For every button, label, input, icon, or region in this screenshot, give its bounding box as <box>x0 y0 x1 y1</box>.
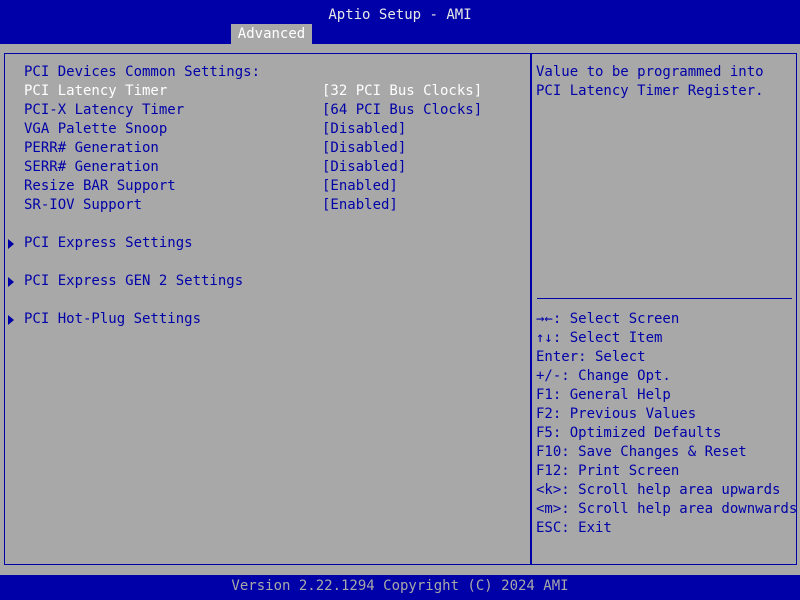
setting-perr-generation[interactable]: PERR# Generation <box>24 139 159 158</box>
submenu-arrow-icon <box>8 315 14 325</box>
value-pci-latency-timer[interactable]: [32 PCI Bus Clocks] <box>322 82 482 101</box>
value-pcix-latency-timer[interactable]: [64 PCI Bus Clocks] <box>322 101 482 120</box>
key-hint-select-screen: →←: Select Screen <box>536 311 680 327</box>
value-vga-palette-snoop[interactable]: [Disabled] <box>322 120 406 139</box>
submenu-arrow-icon <box>8 277 14 287</box>
key-hint-f5: F5: Optimized Defaults <box>536 425 722 441</box>
value-resize-bar-support[interactable]: [Enabled] <box>322 177 398 196</box>
setting-vga-palette-snoop[interactable]: VGA Palette Snoop <box>24 120 167 139</box>
key-hint-scroll-up: <k>: Scroll help area upwards <box>536 482 781 498</box>
tab-advanced[interactable]: Advanced <box>231 24 312 44</box>
help-line: PCI Latency Timer Register. <box>536 83 764 99</box>
settings-panel: PCI Devices Common Settings: PCI Latency… <box>4 53 531 565</box>
key-hint-f2: F2: Previous Values <box>536 406 697 422</box>
key-hint-f10: F10: Save Changes & Reset <box>536 444 747 460</box>
key-hint-scroll-down: <m>: Scroll help area downwards <box>536 501 798 517</box>
key-hint-esc: ESC: Exit <box>536 520 612 536</box>
help-panel: Value to be programmed into PCI Latency … <box>531 53 797 565</box>
setting-pcix-latency-timer[interactable]: PCI-X Latency Timer <box>24 101 184 120</box>
key-hint-change-opt: +/-: Change Opt. <box>536 368 671 384</box>
version-text: Version 2.22.1294 Copyright (C) 2024 AMI <box>231 578 569 594</box>
setup-title: Aptio Setup - AMI <box>328 7 472 23</box>
help-divider <box>537 298 792 299</box>
setting-resize-bar-support[interactable]: Resize BAR Support <box>24 177 176 196</box>
submenu-pci-hot-plug-settings[interactable]: PCI Hot-Plug Settings <box>24 310 201 329</box>
key-hint-f12: F12: Print Screen <box>536 463 680 479</box>
setting-serr-generation[interactable]: SERR# Generation <box>24 158 159 177</box>
main-area: PCI Devices Common Settings: PCI Latency… <box>0 44 800 575</box>
value-sr-iov-support[interactable]: [Enabled] <box>322 196 398 215</box>
value-perr-generation[interactable]: [Disabled] <box>322 139 406 158</box>
key-hint-select-item: ↑↓: Select Item <box>536 330 663 346</box>
header-bar: Aptio Setup - AMI Advanced <box>0 0 800 44</box>
key-hint-enter: Enter: Select <box>536 349 646 365</box>
value-serr-generation[interactable]: [Disabled] <box>322 158 406 177</box>
submenu-pci-express-settings[interactable]: PCI Express Settings <box>24 234 193 253</box>
help-line: Value to be programmed into <box>536 64 764 80</box>
setting-pci-latency-timer[interactable]: PCI Latency Timer <box>24 82 167 101</box>
setting-sr-iov-support[interactable]: SR-IOV Support <box>24 196 142 215</box>
section-heading: PCI Devices Common Settings: <box>24 64 261 80</box>
submenu-arrow-icon <box>8 239 14 249</box>
key-hint-f1: F1: General Help <box>536 387 671 403</box>
footer-bar: Version 2.22.1294 Copyright (C) 2024 AMI <box>0 575 800 600</box>
submenu-pci-express-gen2-settings[interactable]: PCI Express GEN 2 Settings <box>24 272 243 291</box>
